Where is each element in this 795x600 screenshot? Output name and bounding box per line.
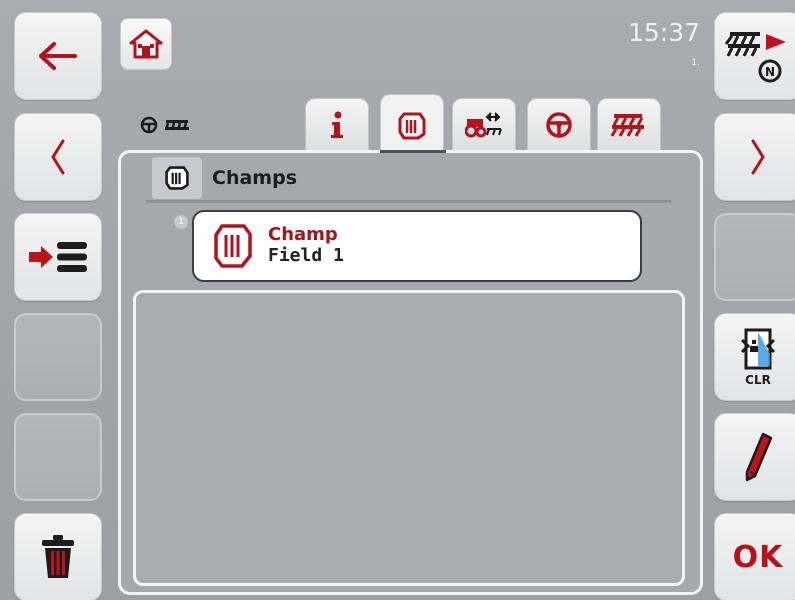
implement-icon: [610, 114, 644, 137]
list-item-index: 1: [174, 215, 188, 229]
clear-counter-icon: CLR: [740, 328, 776, 387]
tab-implement[interactable]: [597, 98, 661, 152]
back-button[interactable]: [14, 12, 102, 100]
ok-button[interactable]: OK: [714, 513, 795, 600]
edit-button[interactable]: [714, 413, 795, 501]
tab-info[interactable]: [305, 98, 369, 152]
field-icon: [214, 224, 252, 268]
tab-fields[interactable]: [380, 94, 444, 156]
implement-north-icon: N: [724, 32, 786, 83]
home-button[interactable]: [120, 18, 172, 70]
list-select-icon: [29, 242, 87, 272]
empty-softkey-right-1: [714, 213, 795, 301]
list-header: Champs: [152, 157, 672, 199]
home-icon: [129, 29, 163, 59]
list-item-name: Champ: [268, 224, 338, 245]
tab-steering[interactable]: [527, 98, 591, 152]
trash-icon: [42, 535, 74, 578]
empty-softkey-left-2: [14, 413, 102, 501]
info-icon: [331, 111, 343, 138]
list-item-text: Champ Field 1: [268, 225, 344, 267]
chevron-right-icon: [751, 139, 765, 175]
active-tab-indicator: [380, 150, 446, 153]
implement-north-button[interactable]: N: [714, 12, 795, 100]
next-tab-button[interactable]: [714, 113, 795, 201]
list-header-title: Champs: [212, 167, 297, 189]
list-header-icon-box: [152, 157, 202, 199]
svg-text:N: N: [765, 65, 775, 79]
clr-label: CLR: [745, 373, 771, 387]
clock-sub: 1.: [691, 58, 700, 68]
header-divider: [146, 200, 671, 203]
implement-mode-icon: [164, 120, 189, 131]
clock: 15:37: [627, 18, 700, 47]
ok-label: OK: [732, 539, 784, 575]
steering-wheel-icon: [546, 112, 572, 138]
clear-counter-button[interactable]: CLR: [714, 313, 795, 401]
steering-mode-icon: [140, 116, 158, 134]
previous-tab-button[interactable]: [14, 113, 102, 201]
list-item-subtitle: Field 1: [268, 245, 344, 266]
field-icon: [165, 166, 189, 190]
chevron-left-icon: [51, 139, 65, 175]
list-item-field[interactable]: Champ Field 1: [192, 210, 642, 282]
delete-button[interactable]: [14, 513, 102, 600]
arrow-left-icon: [39, 42, 77, 70]
mode-indicator: [140, 116, 190, 134]
field-icon: [398, 112, 426, 139]
empty-softkey-left-1: [14, 313, 102, 401]
pencil-icon: [745, 432, 773, 482]
context-menu-button[interactable]: [14, 213, 102, 301]
tab-implement-geometry[interactable]: [452, 98, 516, 152]
list-content-area: [133, 290, 685, 586]
implement-geometry-icon: [465, 112, 502, 138]
